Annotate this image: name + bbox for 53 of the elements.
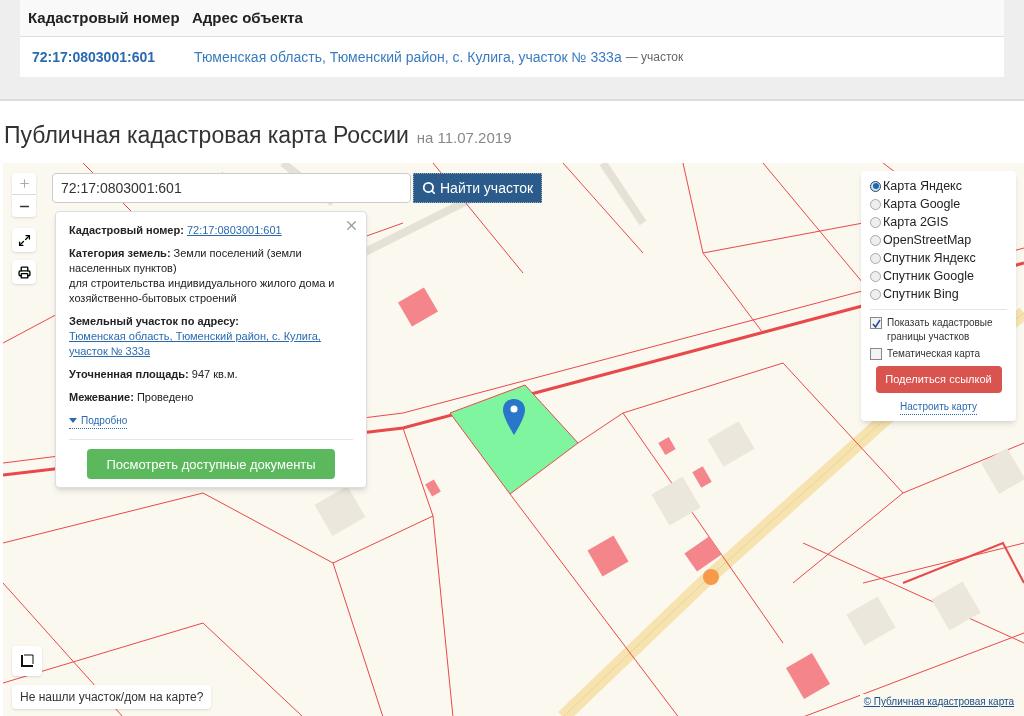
not-found-button[interactable]: Не нашли участок/дом на карте? <box>12 685 212 709</box>
configure-map-link[interactable]: Настроить карту <box>900 399 977 415</box>
radio-button[interactable] <box>870 198 881 210</box>
find-parcel-button[interactable]: Найти участок <box>413 173 543 203</box>
share-link-button[interactable]: Поделиться ссылкой <box>875 366 1002 393</box>
expand-icon <box>17 233 31 247</box>
checkbox[interactable] <box>870 317 882 329</box>
map-pin-icon <box>503 399 525 435</box>
zoom-in-button[interactable] <box>12 173 36 195</box>
info-field: Межевание: Проведено <box>69 390 194 405</box>
map-option[interactable]: Тематическая карта <box>870 347 1007 361</box>
search-field[interactable]: 72:17:0803001:601 <box>52 173 411 203</box>
info-note: для строительства индивидуального жилого дома и хозяйственно-бытовых строений <box>69 276 336 306</box>
close-icon[interactable] <box>344 218 359 233</box>
checkbox[interactable] <box>870 348 882 360</box>
radio-button[interactable] <box>870 252 881 264</box>
map-layer-option[interactable]: Спутник Яндекс <box>870 249 1007 267</box>
map-layer-option[interactable]: OpenStreetMap <box>870 231 1007 249</box>
fullscreen-button[interactable] <box>12 228 36 252</box>
radio-button[interactable] <box>870 180 881 192</box>
column-header: Кадастровый номер <box>28 7 181 28</box>
info-field: Кадастровый номер: 72:17:0803001:601 <box>69 223 282 238</box>
address-link[interactable]: Тюменская область, Тюменский район, с. Кулига, участок № 333а <box>194 46 622 68</box>
map-layer-option[interactable]: Карта 2GIS <box>870 213 1007 231</box>
info-field: Земельный участок по адресу: Тюменская область, Тюменский район, с. Кулига, участок № 333а <box>69 314 337 359</box>
map-option[interactable]: Показать кадастровые границы участков <box>870 316 1007 344</box>
cadastral-number-link[interactable]: 72:17:0803001:601 <box>32 46 194 68</box>
radio-button[interactable] <box>870 288 881 300</box>
details-link[interactable]: Подробно <box>69 413 128 429</box>
map-layer-option[interactable]: Спутник Bing <box>870 285 1007 303</box>
column-header: Адрес объекта <box>192 7 303 28</box>
zoom-out-button[interactable] <box>12 195 36 217</box>
caret-icon <box>69 418 77 423</box>
print-icon <box>17 265 31 279</box>
attribution-text: © Публичная кадастровая карта <box>859 694 1018 709</box>
radio-button[interactable] <box>870 234 881 246</box>
page-title: Публичная кадастровая карта России <box>4 121 409 150</box>
print-button[interactable] <box>12 260 36 284</box>
object-type: — участок <box>625 49 684 66</box>
info-field: Категория земель: Земли поселений (земли населенных пунктов) <box>69 246 337 276</box>
map-date: на 11.07.2019 <box>416 128 512 148</box>
map-layer-option[interactable]: Карта Яндекс <box>870 177 1007 195</box>
radio-button[interactable] <box>870 216 881 228</box>
check-icon <box>871 318 881 328</box>
map-layer-option[interactable]: Карта Google <box>870 195 1007 213</box>
info-link[interactable]: 72:17:0803001:601 <box>186 224 282 236</box>
radio-button[interactable] <box>870 270 881 282</box>
info-field: Уточненная площадь: 947 кв.м. <box>69 367 238 382</box>
search-icon <box>422 181 436 195</box>
plus-icon <box>17 177 31 190</box>
map-layer-option[interactable]: Спутник Google <box>870 267 1007 285</box>
ruler-button[interactable] <box>12 646 42 676</box>
info-link[interactable]: Тюменская область, Тюменский район, с. Кулига, участок № 333а <box>69 329 337 359</box>
